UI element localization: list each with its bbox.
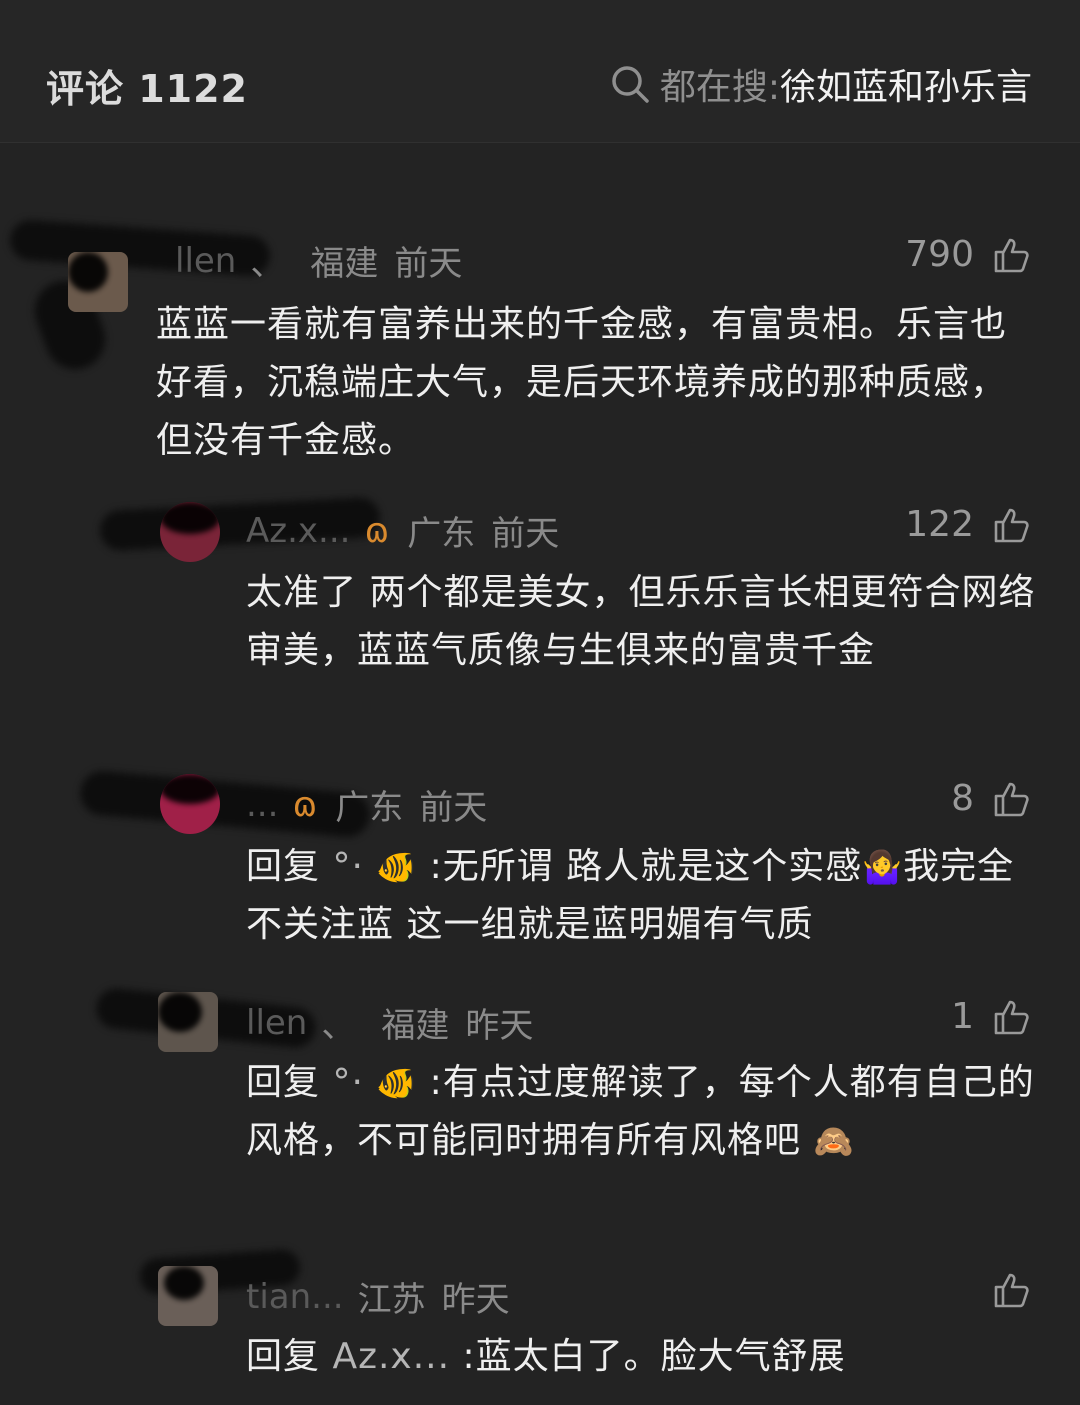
vip-badge-icon: ɷ bbox=[292, 784, 318, 825]
comment-text: 太准了 两个都是美女，但乐乐言长相更符合网络审美，蓝蓝气质像与生俱来的富贵千金 bbox=[246, 572, 1036, 671]
comment-text: 回复 Az.x... :蓝太白了。脸大气舒展 bbox=[246, 1328, 1036, 1386]
reply-target[interactable]: Az.x... bbox=[332, 1336, 450, 1377]
avatar[interactable] bbox=[160, 774, 220, 834]
fish-emoji-icon: 🐠 bbox=[376, 1064, 418, 1102]
trending-search[interactable]: 都在搜: 徐如蓝和孙乐言 bbox=[610, 58, 1032, 110]
comment-meta: llen 、 福建 昨天 bbox=[246, 998, 533, 1047]
thumbs-up-icon bbox=[994, 1273, 1029, 1308]
separator: 、 bbox=[321, 1006, 356, 1046]
username[interactable]: tian... bbox=[246, 1277, 344, 1317]
thumbs-up-icon bbox=[994, 508, 1029, 542]
like-count: 1 bbox=[951, 996, 974, 1037]
comment-text: 蓝蓝一看就有富养出来的千金感，有富贵相。乐言也好看，沉稳端庄大气，是后天环境养成… bbox=[156, 304, 1008, 461]
reply-target[interactable]: °· bbox=[332, 846, 363, 887]
separator: 、 bbox=[250, 244, 285, 284]
shrug-emoji-icon: 🤷‍♀️ bbox=[862, 848, 904, 886]
reply-text: :有点过度解读了，每个人都有自己的风格，不可能同时拥有所有风格吧 bbox=[246, 1062, 1035, 1161]
like-button[interactable]: 122 bbox=[905, 504, 1032, 545]
timestamp: 昨天 bbox=[441, 1280, 510, 1320]
search-icon bbox=[612, 66, 649, 103]
like-button[interactable] bbox=[974, 1270, 1032, 1310]
location: 广东 bbox=[407, 514, 476, 554]
avatar[interactable] bbox=[158, 992, 218, 1052]
comment-text: 回复 °· 🐠 :无所谓 路人就是这个实感🤷‍♀️我完全不关注蓝 这一组就是蓝明… bbox=[246, 838, 1036, 954]
comment-text: 回复 °· 🐠 :有点过度解读了，每个人都有自己的风格，不可能同时拥有所有风格吧… bbox=[246, 1054, 1036, 1170]
comment-count-title: 评论 1122 bbox=[46, 67, 248, 111]
reply-target[interactable]: °· bbox=[332, 1062, 363, 1103]
username[interactable]: llen bbox=[246, 1003, 307, 1043]
location: 福建 bbox=[381, 1006, 450, 1046]
like-count: 8 bbox=[951, 778, 974, 819]
comment-meta: ... ɷ 广东 前天 bbox=[246, 780, 487, 829]
comment-meta: tian... 江苏 昨天 bbox=[246, 1272, 510, 1321]
like-count: 122 bbox=[905, 504, 974, 545]
location: 江苏 bbox=[357, 1280, 426, 1320]
see-no-evil-monkey-emoji-icon: 🙈 bbox=[813, 1122, 855, 1160]
comment-meta: Az.x... ɷ 广东 前天 bbox=[246, 506, 559, 555]
reply-text: :无所谓 路人就是这个实感 bbox=[429, 846, 863, 887]
comments-header: 评论 1122 都在搜: 徐如蓝和孙乐言 bbox=[0, 0, 1080, 143]
like-button[interactable]: 1 bbox=[951, 996, 1032, 1037]
like-button[interactable]: 790 bbox=[905, 234, 1032, 275]
username[interactable]: Az.x... bbox=[246, 511, 350, 551]
reply-prefix: 回复 bbox=[246, 1062, 321, 1103]
reply-prefix: 回复 bbox=[246, 1336, 321, 1377]
search-prefix: 都在搜: bbox=[659, 67, 780, 108]
timestamp: 前天 bbox=[419, 788, 488, 828]
avatar[interactable] bbox=[160, 502, 220, 562]
comment-meta: llen 、 福建 前天 bbox=[175, 236, 462, 285]
location: 福建 bbox=[310, 244, 379, 284]
username[interactable]: ... bbox=[246, 785, 278, 825]
like-button[interactable]: 8 bbox=[951, 778, 1032, 819]
thumbs-up-icon bbox=[994, 782, 1029, 816]
fish-emoji-icon: 🐠 bbox=[376, 848, 418, 886]
reply-prefix: 回复 bbox=[246, 846, 321, 887]
avatar[interactable] bbox=[68, 252, 128, 312]
timestamp: 前天 bbox=[491, 514, 560, 554]
like-count: 790 bbox=[905, 234, 974, 275]
username[interactable]: llen bbox=[175, 241, 236, 281]
thumbs-up-icon bbox=[994, 238, 1029, 272]
thumbs-up-icon bbox=[994, 1000, 1029, 1034]
timestamp: 昨天 bbox=[465, 1006, 534, 1046]
search-term[interactable]: 徐如蓝和孙乐言 bbox=[780, 58, 1032, 110]
vip-badge-icon: ɷ bbox=[364, 510, 390, 551]
timestamp: 前天 bbox=[394, 244, 463, 284]
location: 广东 bbox=[335, 788, 404, 828]
reply-text: :蓝太白了。脸大气舒展 bbox=[462, 1336, 846, 1377]
avatar[interactable] bbox=[158, 1266, 218, 1326]
